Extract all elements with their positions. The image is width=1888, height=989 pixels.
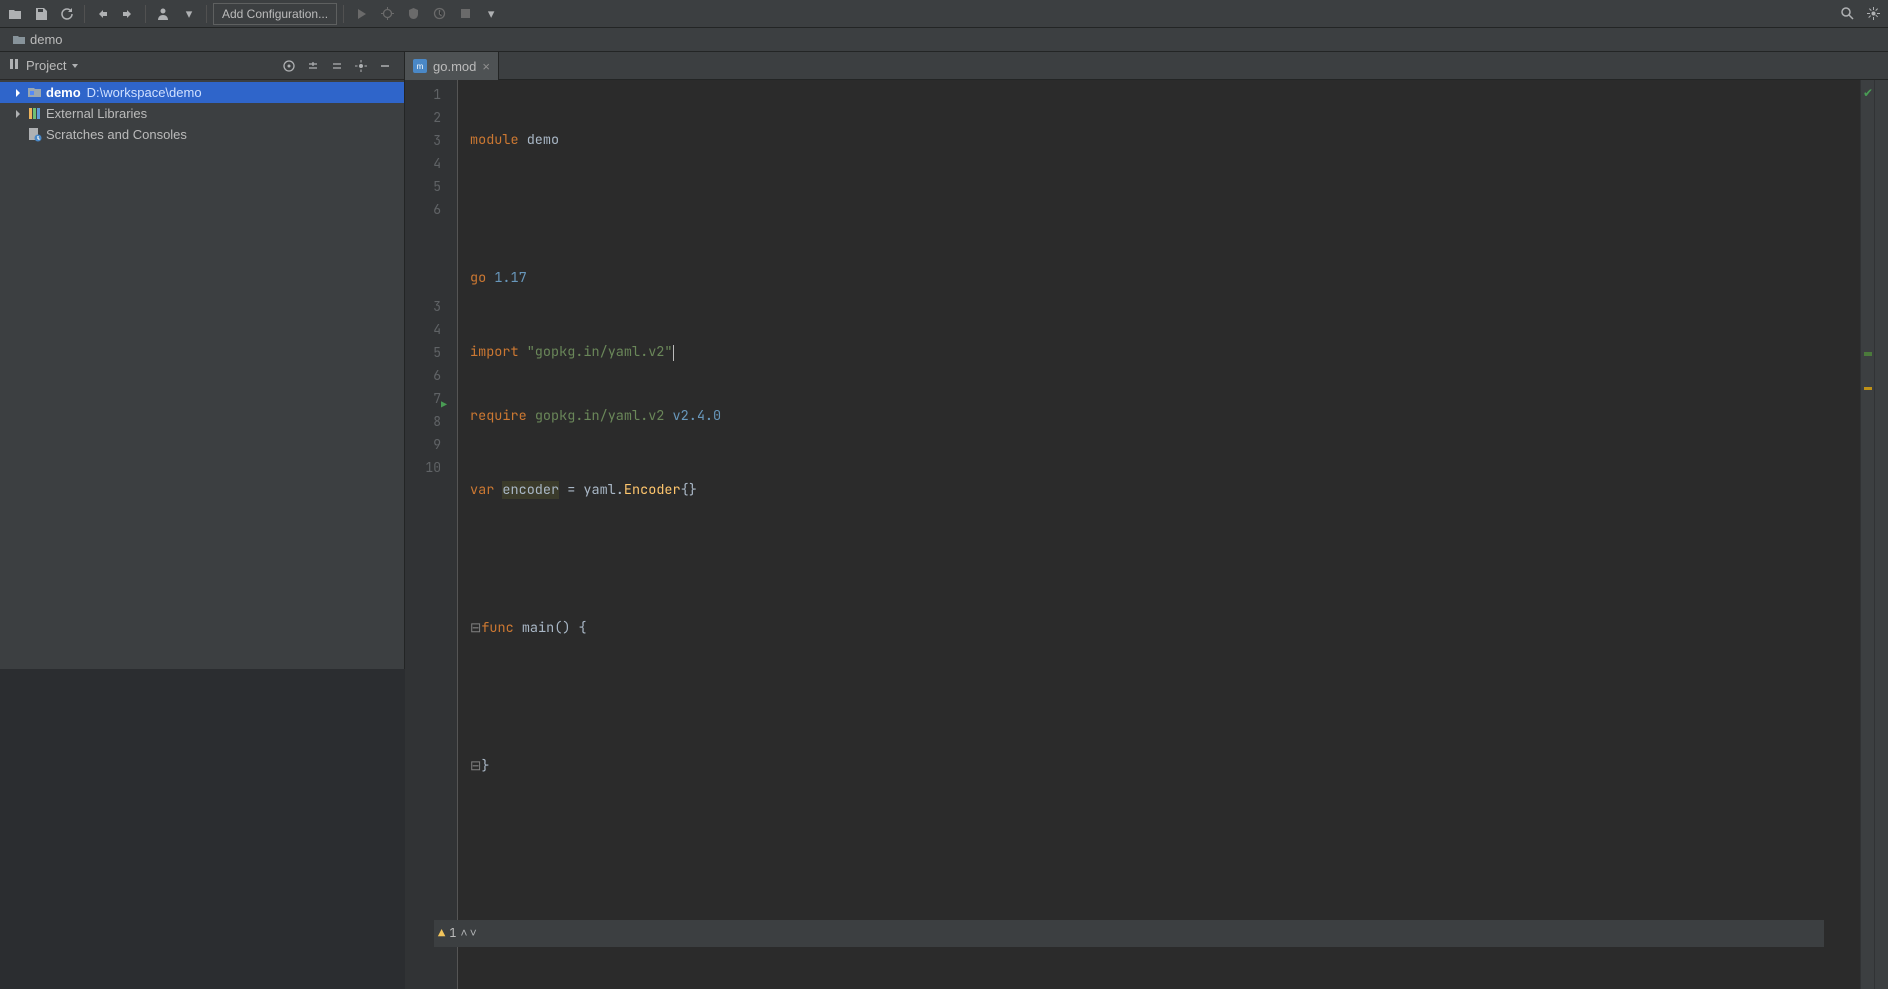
- inspection-next-icon[interactable]: ˅: [470, 922, 477, 945]
- stop-icon[interactable]: [454, 3, 476, 25]
- marker-green: [1864, 352, 1872, 356]
- tree-external-label: External Libraries: [46, 106, 147, 121]
- warning-icon: ▲: [438, 922, 445, 945]
- refresh-icon[interactable]: [56, 3, 78, 25]
- main-toolbar: ▾ Add Configuration... ▾: [0, 0, 1888, 28]
- forward-icon[interactable]: [117, 3, 139, 25]
- debug-icon[interactable]: [376, 3, 398, 25]
- breadcrumb: demo: [0, 28, 1888, 52]
- inspection-count: 1: [449, 922, 456, 945]
- tree-root-name: demo: [46, 85, 81, 100]
- save-icon[interactable]: [30, 3, 52, 25]
- editor-area: m go.mod × 1 2 3 4 5 6 module demo: [405, 52, 1888, 669]
- library-icon: [26, 106, 42, 122]
- sidebar-header: Project: [0, 52, 404, 80]
- text-cursor: [673, 345, 674, 361]
- run-config-select[interactable]: Add Configuration...: [213, 3, 337, 25]
- gomod-file-icon: m: [413, 59, 427, 73]
- expand-all-icon[interactable]: [302, 55, 324, 77]
- run-config-label: Add Configuration...: [222, 7, 328, 21]
- search-icon[interactable]: [1836, 3, 1858, 25]
- collapse-all-icon[interactable]: [326, 55, 348, 77]
- editor-main-go[interactable]: 3 4 5 6 7▶ 8 9 10 import "gopkg.in/yaml.…: [405, 292, 1888, 989]
- dropdown2-icon[interactable]: ▾: [480, 3, 502, 25]
- project-panel-icon: [8, 57, 22, 74]
- scratch-icon: [26, 127, 42, 143]
- tab-row-top: m go.mod ×: [405, 52, 1888, 80]
- tree-row-root[interactable]: demo D:\workspace\demo: [0, 82, 404, 103]
- tree-scratches-label: Scratches and Consoles: [46, 127, 187, 142]
- dropdown-icon[interactable]: ▾: [178, 3, 200, 25]
- gutter-run-icon[interactable]: ▶: [441, 393, 447, 416]
- user-icon[interactable]: [152, 3, 174, 25]
- tab-go-mod-label: go.mod: [433, 59, 476, 74]
- run-icon[interactable]: [350, 3, 372, 25]
- breadcrumb-text: demo: [30, 32, 63, 47]
- hide-panel-icon[interactable]: [374, 55, 396, 77]
- coverage-icon[interactable]: [402, 3, 424, 25]
- fold-open-icon[interactable]: ⊟: [470, 619, 481, 637]
- marker-warn: [1864, 387, 1872, 390]
- tab-go-mod[interactable]: m go.mod ×: [405, 52, 499, 80]
- tree-root-path: D:\workspace\demo: [87, 85, 202, 100]
- panel-gear-icon[interactable]: [350, 55, 372, 77]
- project-sidebar: Project: [0, 52, 405, 669]
- fold-close-icon[interactable]: ⊟: [470, 757, 481, 775]
- chevron-right-icon: [12, 108, 24, 120]
- open-icon[interactable]: [4, 3, 26, 25]
- scrollbar-bottom[interactable]: [1874, 292, 1888, 989]
- tree-row-external-libs[interactable]: External Libraries: [0, 103, 404, 124]
- inspection-badge[interactable]: ▲ 1 ˄ ˅: [434, 920, 1824, 947]
- check-ok-icon: ✔: [1863, 86, 1873, 100]
- folder-icon: [12, 33, 26, 47]
- inspection-prev-icon[interactable]: ˄: [460, 922, 467, 945]
- svg-text:m: m: [417, 62, 424, 71]
- code-bottom[interactable]: import "gopkg.in/yaml.v2" var encoder = …: [457, 292, 1860, 989]
- status-strip-bottom: [1860, 292, 1874, 989]
- back-icon[interactable]: [91, 3, 113, 25]
- tree-row-scratches[interactable]: Scratches and Consoles: [0, 124, 404, 145]
- gutter-bottom: 3 4 5 6 7▶ 8 9 10: [405, 292, 457, 989]
- module-icon: [26, 85, 42, 101]
- locate-icon[interactable]: [278, 55, 300, 77]
- chevron-right-icon: [12, 87, 24, 99]
- profile-icon[interactable]: [428, 3, 450, 25]
- project-tree[interactable]: demo D:\workspace\demo External Librarie…: [0, 80, 404, 669]
- close-icon[interactable]: ×: [482, 59, 490, 74]
- project-panel-label[interactable]: Project: [26, 58, 80, 73]
- gear-icon[interactable]: [1862, 3, 1884, 25]
